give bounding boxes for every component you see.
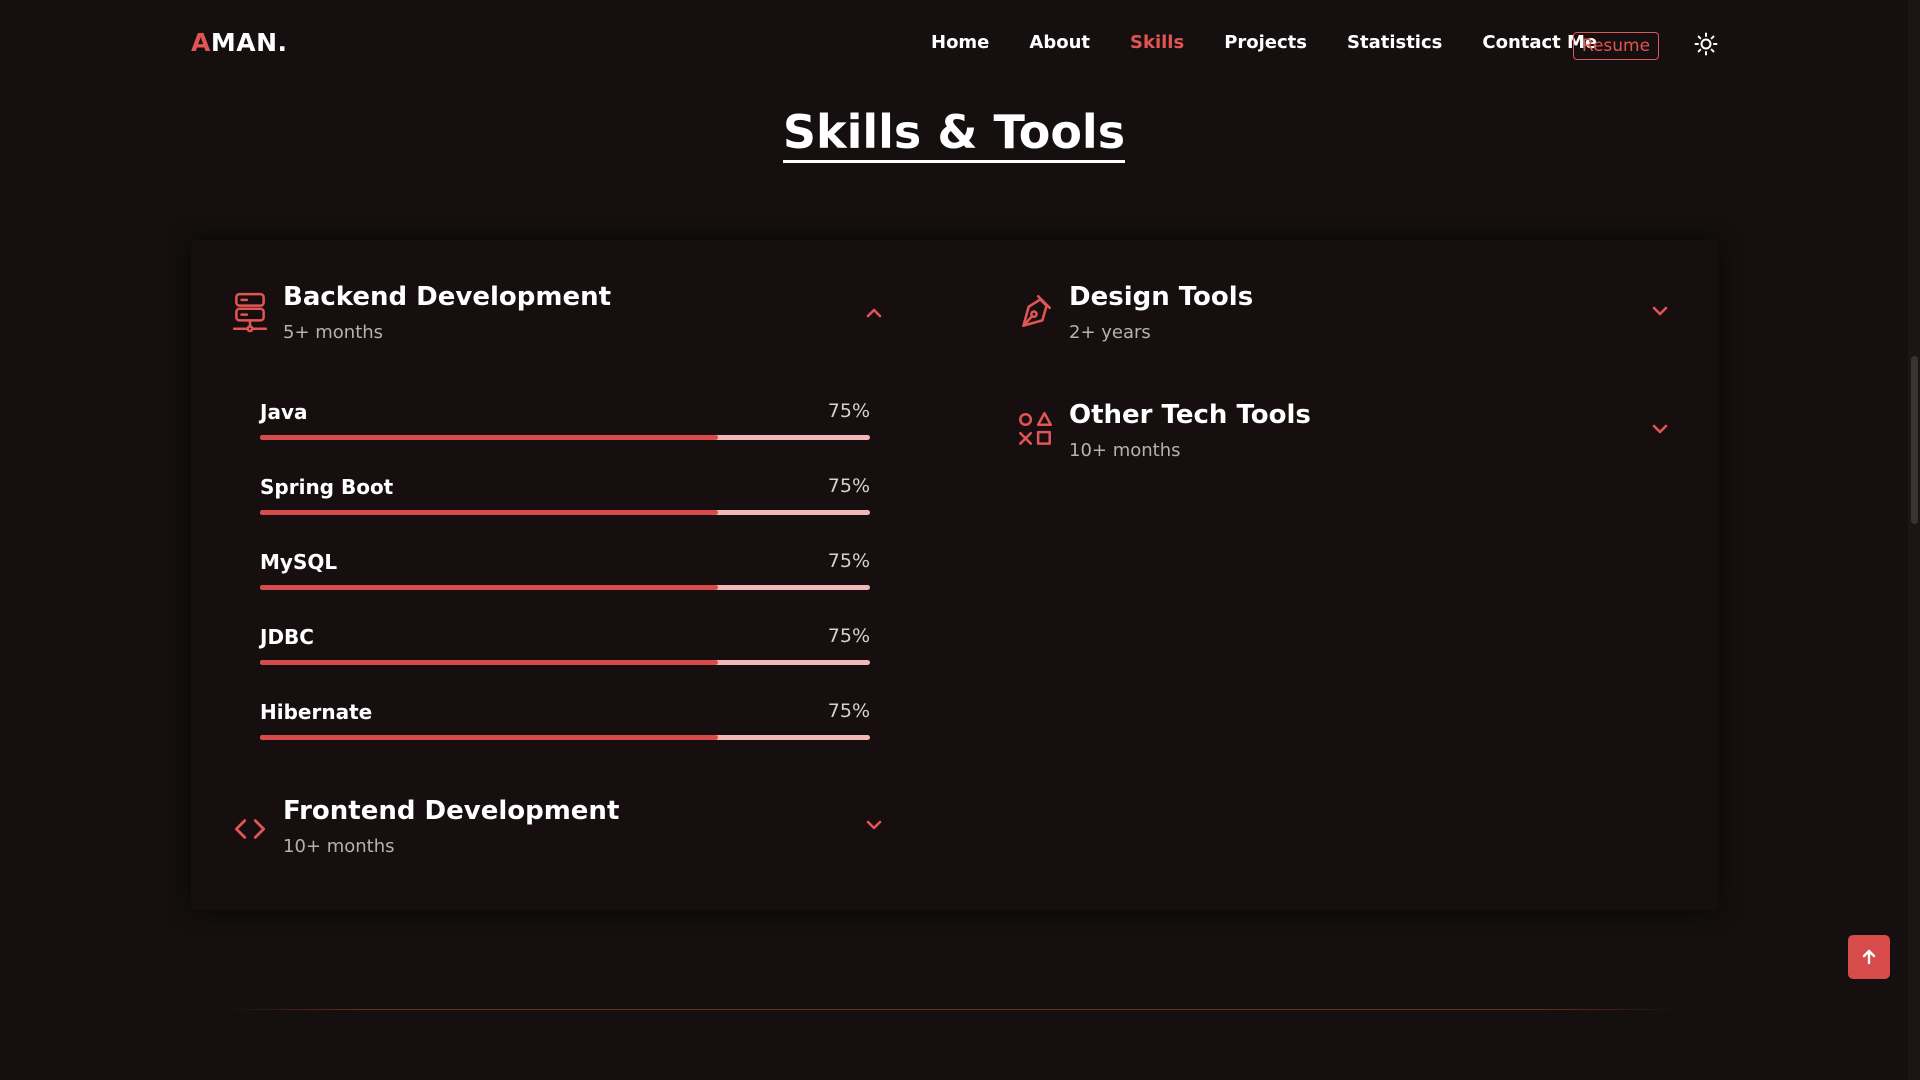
section-title-wrap: Skills & Tools — [0, 104, 1908, 163]
logo-text: MAN. — [210, 28, 288, 57]
scroll-to-top-button[interactable] — [1848, 935, 1890, 979]
nav-home[interactable]: Home — [931, 30, 989, 56]
skill-item: Spring Boot 75% — [260, 475, 870, 535]
skill-percent: 75% — [827, 625, 870, 647]
scrollbar-thumb[interactable] — [1911, 356, 1918, 524]
nav-projects[interactable]: Projects — [1224, 30, 1307, 56]
logo[interactable]: AMAN. — [191, 28, 288, 57]
footer-divider — [222, 1009, 1682, 1010]
group-title[interactable]: Other Tech Tools — [1069, 400, 1311, 430]
main-nav: Home About Skills Projects Statistics Co… — [931, 30, 1637, 56]
skill-bar-fill — [260, 435, 718, 440]
group-subtitle: 10+ months — [1069, 440, 1181, 461]
skill-name: JDBC — [260, 625, 314, 649]
skill-bar-fill — [260, 510, 718, 515]
resume-button[interactable]: Resume — [1573, 32, 1659, 60]
skill-bar — [260, 585, 870, 590]
skill-name: Spring Boot — [260, 475, 394, 499]
nav-skills[interactable]: Skills — [1130, 30, 1184, 56]
skill-bar — [260, 735, 870, 740]
group-subtitle: 2+ years — [1069, 322, 1151, 343]
site-header: AMAN. Home About Skills Projects Statist… — [0, 0, 1908, 90]
group-subtitle: 5+ months — [283, 322, 384, 343]
code-icon — [234, 819, 266, 839]
skill-name: MySQL — [260, 550, 338, 574]
skill-bar-fill — [260, 735, 718, 740]
server-icon — [232, 292, 268, 333]
skill-percent: 75% — [827, 700, 870, 722]
sun-icon[interactable] — [1694, 32, 1718, 56]
page-scrollbar[interactable] — [1908, 0, 1920, 1080]
group-title[interactable]: Design Tools — [1069, 282, 1253, 312]
skill-name: Java — [260, 400, 308, 424]
skill-bar-fill — [260, 660, 718, 665]
group-title[interactable]: Frontend Development — [283, 796, 619, 826]
chevron-up-icon[interactable] — [863, 302, 885, 324]
section-title: Skills & Tools — [782, 104, 1126, 163]
shapes-icon — [1019, 411, 1053, 445]
skill-bar — [260, 660, 870, 665]
skill-item: Hibernate 75% — [260, 700, 870, 760]
skill-item: MySQL 75% — [260, 550, 870, 610]
nav-statistics[interactable]: Statistics — [1347, 30, 1442, 56]
skill-item: JDBC 75% — [260, 625, 870, 685]
skill-percent: 75% — [827, 550, 870, 572]
page: AMAN. Home About Skills Projects Statist… — [0, 0, 1920, 1080]
logo-initial: A — [191, 28, 211, 57]
group-title[interactable]: Backend Development — [283, 282, 611, 312]
chevron-down-icon[interactable] — [863, 814, 885, 836]
skill-bar-fill — [260, 585, 718, 590]
skill-percent: 75% — [827, 400, 870, 422]
skill-bar — [260, 510, 870, 515]
chevron-down-icon[interactable] — [1649, 418, 1671, 440]
nav-about[interactable]: About — [1029, 30, 1090, 56]
skills-card: Backend Development 5+ months Java 75% S… — [191, 240, 1718, 910]
group-subtitle: 10+ months — [283, 836, 395, 857]
pen-tool-icon — [1022, 294, 1051, 327]
skill-bar — [260, 435, 870, 440]
arrow-up-icon — [1862, 949, 1876, 965]
skill-name: Hibernate — [260, 700, 373, 724]
skill-percent: 75% — [827, 475, 870, 497]
skill-item: Java 75% — [260, 400, 870, 460]
chevron-down-icon[interactable] — [1649, 300, 1671, 322]
